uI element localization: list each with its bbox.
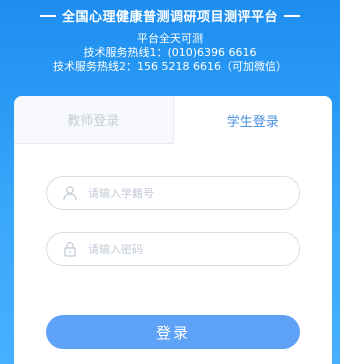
availability-text: 平台全天可测: [137, 32, 203, 45]
hotline-1-text: 技术服务热线1：(010)6396 6616: [83, 46, 257, 59]
header: 全国心理健康普测调研项目测评平台 平台全天可测 技术服务热线1：(010)639…: [0, 0, 340, 95]
password-input[interactable]: [88, 242, 288, 256]
login-tabs: 教师登录 学生登录: [14, 96, 332, 144]
password-field[interactable]: [46, 232, 300, 266]
student-id-input[interactable]: [88, 186, 288, 200]
title-dash-left: [39, 14, 56, 17]
title-row: 全国心理健康普测调研项目测评平台: [0, 6, 340, 25]
lock-icon: [62, 241, 78, 257]
tab-teacher-login[interactable]: 教师登录: [14, 96, 174, 144]
user-icon: [62, 185, 78, 201]
login-card: 教师登录 学生登录 登录: [14, 96, 332, 364]
tab-student-login[interactable]: 学生登录: [173, 96, 332, 144]
hotline-2-text: 技术服务热线2：156 5218 6616（可加微信）: [53, 60, 287, 73]
title-dash-right: [284, 14, 300, 17]
login-button[interactable]: 登录: [46, 315, 300, 349]
student-id-field[interactable]: [46, 176, 300, 210]
page-title: 全国心理健康普测调研项目测评平台: [61, 10, 278, 25]
